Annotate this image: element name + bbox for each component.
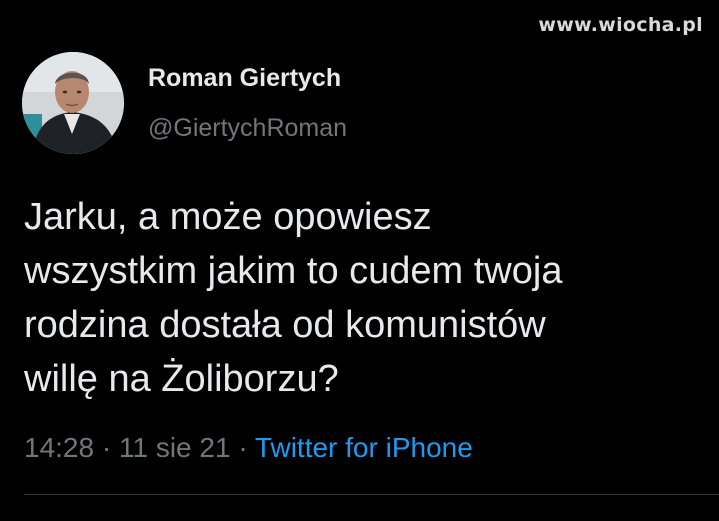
meta-separator: · (238, 432, 248, 463)
tweet-text-line: wszystkim jakim to cudem twoja (24, 250, 563, 292)
tweet-text: Jarku, a może opowiesz wszystkim jakim t… (24, 190, 714, 406)
author-name[interactable]: Roman Giertych (148, 64, 341, 93)
avatar[interactable] (22, 52, 124, 154)
tweet-card: Roman Giertych @GiertychRoman Jarku, a m… (0, 0, 719, 521)
tweet-date[interactable]: 11 sie 21 (119, 432, 231, 463)
tweet-time[interactable]: 14:28 (24, 432, 94, 463)
tweet-text-line: rodzina dostała od komunistów (24, 304, 546, 346)
tweet-source-link[interactable]: Twitter for iPhone (255, 432, 473, 463)
tweet-text-line: Jarku, a może opowiesz (24, 196, 432, 238)
author-handle[interactable]: @GiertychRoman (148, 114, 347, 143)
tweet-meta: 14:28 · 11 sie 21 · Twitter for iPhone (24, 432, 473, 464)
avatar-photo (22, 52, 124, 154)
meta-separator: · (101, 432, 112, 463)
tweet-text-line: willę na Żoliborzu? (24, 358, 339, 400)
divider (24, 494, 719, 495)
